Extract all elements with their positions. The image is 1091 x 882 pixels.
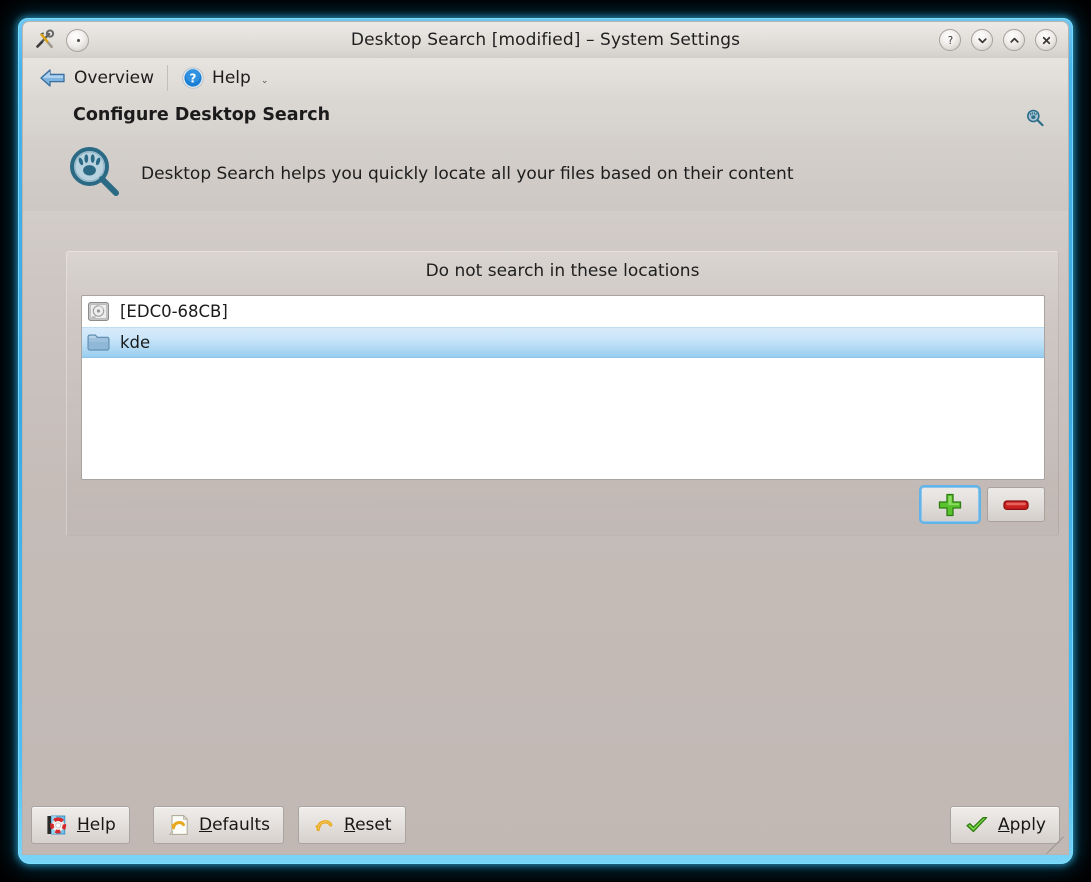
toolbar-help-button[interactable]: ? Help ⌄ — [173, 63, 276, 93]
window-client-area: Overview ? Help ⌄ Configure Desktop Sear… — [22, 58, 1069, 855]
defaults-button-label: Defaults — [199, 815, 270, 835]
defaults-undo-icon — [168, 814, 189, 835]
help-accel: H — [77, 815, 90, 835]
reset-button[interactable]: Reset — [298, 806, 406, 844]
help-window-button[interactable]: ? — [939, 29, 961, 51]
plus-icon — [938, 493, 962, 516]
defaults-button[interactable]: Defaults — [153, 806, 284, 844]
defaults-accel: D — [199, 815, 213, 835]
defaults-rest: efaults — [212, 815, 270, 835]
add-location-button[interactable] — [919, 485, 981, 524]
reset-accel: R — [344, 815, 356, 835]
group-title: Do not search in these locations — [425, 261, 700, 281]
toolbar-help-label: Help — [212, 68, 251, 88]
window-controls: ? — [939, 29, 1057, 51]
minus-icon — [1003, 499, 1029, 510]
remove-location-button[interactable] — [987, 487, 1045, 522]
desktop-search-banner-icon — [65, 143, 123, 205]
exclude-locations-group: Do not search in these locations [EDC0-6… — [66, 251, 1059, 536]
resize-grip[interactable] — [1045, 831, 1065, 851]
main-toolbar: Overview ? Help ⌄ — [23, 58, 1068, 98]
chevron-up-icon — [1009, 37, 1019, 43]
desktop-search-icon[interactable] — [1025, 108, 1045, 132]
hard-drive-icon — [87, 302, 110, 321]
close-icon — [1042, 36, 1050, 44]
page-title: Configure Desktop Search — [73, 105, 331, 125]
help-circle-icon: ? — [182, 67, 204, 89]
window-titlebar[interactable]: Desktop Search [modified] – System Setti… — [22, 21, 1069, 58]
maximize-window-button[interactable] — [1003, 29, 1025, 51]
folder-icon — [87, 334, 110, 351]
list-item[interactable]: [EDC0-68CB] — [82, 296, 1044, 327]
toolbar-overview-button[interactable]: Overview — [31, 63, 162, 93]
help-button[interactable]: Help — [31, 806, 130, 844]
chevron-down-icon[interactable]: ⌄ — [261, 76, 269, 86]
close-window-button[interactable] — [1035, 29, 1057, 51]
exclude-locations-list[interactable]: [EDC0-68CB] kde — [81, 295, 1045, 480]
help-book-icon — [47, 815, 67, 835]
minimize-window-button[interactable] — [971, 29, 993, 51]
apply-button[interactable]: Apply — [949, 806, 1060, 844]
toolbar-separator — [167, 65, 169, 91]
apply-button-label: Apply — [998, 815, 1046, 835]
toolbar-overview-label: Overview — [74, 68, 155, 88]
banner-text: Desktop Search helps you quickly locate … — [141, 163, 794, 184]
question-mark-icon: ? — [947, 35, 952, 46]
back-arrow-icon — [40, 69, 65, 87]
help-button-label: Help — [77, 815, 116, 835]
window-frame: Desktop Search [modified] – System Setti… — [18, 18, 1073, 864]
list-item[interactable]: kde — [82, 327, 1044, 358]
list-item-label: [EDC0-68CB] — [120, 302, 228, 321]
svg-text:?: ? — [190, 71, 197, 85]
page-header: Configure Desktop Search — [23, 98, 1068, 136]
svg-text:?: ? — [947, 35, 952, 46]
reset-undo-icon — [315, 820, 333, 832]
checkmark-icon — [966, 817, 988, 833]
list-action-buttons — [919, 485, 1045, 524]
reset-rest: eset — [355, 815, 392, 835]
dialog-button-bar: Help Defaults Reset Apply — [23, 796, 1068, 854]
magnifier-paw-large-icon — [70, 146, 119, 196]
chevron-down-icon — [977, 37, 987, 43]
reset-button-label: Reset — [344, 815, 392, 835]
window-title: Desktop Search [modified] – System Setti… — [350, 30, 741, 50]
list-item-label: kde — [120, 333, 151, 352]
apply-accel: A — [997, 815, 1010, 835]
info-banner: Desktop Search helps you quickly locate … — [23, 136, 1068, 211]
apply-rest: pply — [1009, 815, 1046, 835]
help-rest: elp — [89, 815, 116, 835]
magnifier-paw-icon — [1027, 109, 1044, 127]
